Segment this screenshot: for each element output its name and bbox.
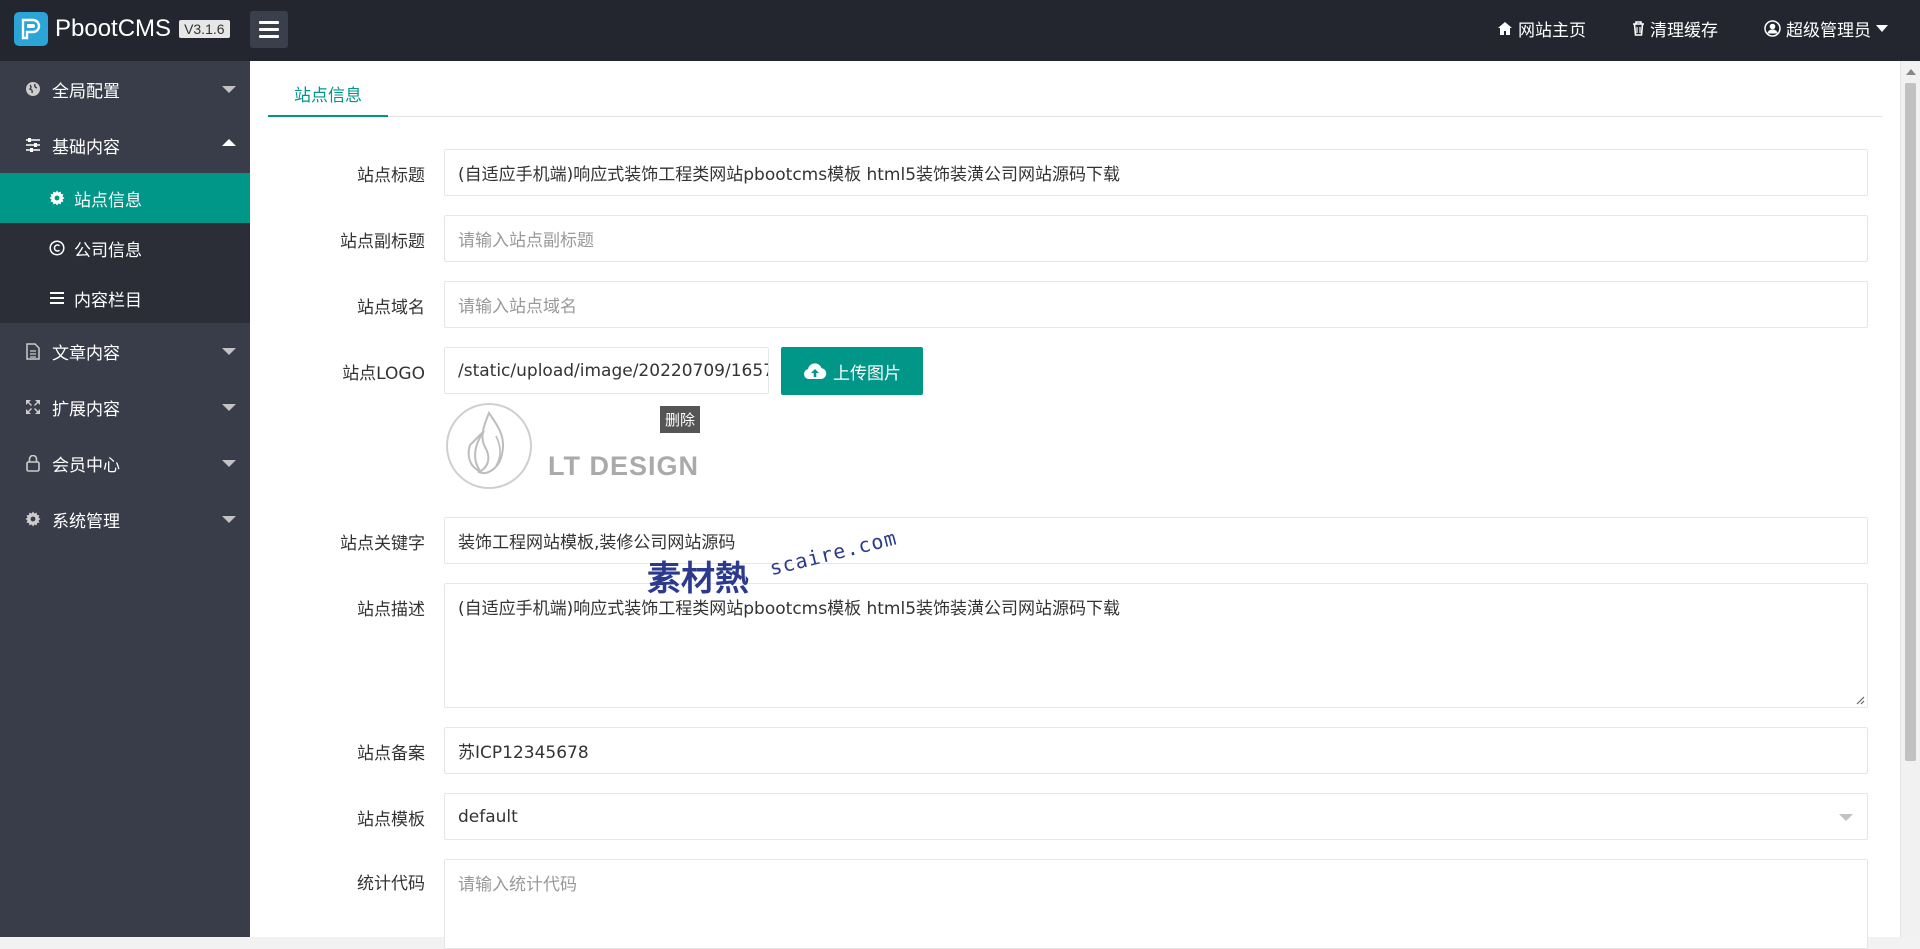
sidebar-item-site-info[interactable]: 站点信息: [0, 173, 250, 223]
site-template-select[interactable]: default: [444, 793, 1868, 840]
subtitle-label: 站点副标题: [340, 232, 425, 252]
expand-icon: [24, 398, 42, 416]
site-icp-input[interactable]: 苏ICP12345678: [444, 727, 1868, 774]
sidebar-subitem-label: 公司信息: [74, 240, 142, 261]
list-icon: [48, 289, 66, 307]
sidebar-item-global-config[interactable]: 全局配置: [0, 61, 250, 117]
hamburger-line: [259, 35, 279, 38]
site-home-link[interactable]: 网站主页: [1497, 16, 1586, 41]
icp-label: 站点备案: [357, 744, 425, 764]
statistics-label: 统计代码: [357, 874, 425, 894]
domain-label: 站点域名: [357, 298, 425, 318]
sidebar-item-member-center[interactable]: 会员中心: [0, 435, 250, 491]
sidebar-item-extended-content[interactable]: 扩展内容: [0, 379, 250, 435]
file-icon: [24, 342, 42, 360]
menu-toggle-button[interactable]: [250, 11, 288, 48]
cloud-upload-icon: [803, 363, 827, 379]
scrollbar-thumb[interactable]: [1905, 83, 1916, 761]
sidebar-item-basic-content[interactable]: 基础内容: [0, 117, 250, 173]
sidebar-item-label: 基础内容: [52, 137, 120, 158]
sidebar-item-company-info[interactable]: 公司信息: [0, 223, 250, 273]
sidebar-item-label: 系统管理: [52, 511, 120, 532]
template-selected-value: default: [458, 806, 518, 827]
sidebar-item-article-content[interactable]: 文章内容: [0, 323, 250, 379]
sidebar: 全局配置 基础内容 站点信息 公司信息 内容栏目 文章内容 扩展内容 会员中心 …: [0, 61, 250, 937]
user-menu[interactable]: 超级管理员: [1764, 16, 1888, 41]
clear-cache-label: 清理缓存: [1650, 21, 1718, 41]
hamburger-line: [259, 21, 279, 24]
sidebar-item-content-columns[interactable]: 内容栏目: [0, 273, 250, 323]
site-domain-input[interactable]: 请输入站点域名: [444, 281, 1868, 328]
clear-cache-link[interactable]: 清理缓存: [1632, 16, 1718, 41]
site-description-textarea[interactable]: (自适应手机端)响应式装饰工程类网站pbootcms模板 html5装饰装潢公司…: [444, 583, 1868, 708]
caret-down-icon: [222, 460, 236, 467]
lock-icon: [24, 454, 42, 472]
trash-icon: [1633, 21, 1644, 36]
globe-icon: [24, 80, 42, 98]
caret-down-icon: [222, 348, 236, 355]
logo-preview-text: LT DESIGN: [548, 451, 700, 481]
logo-preview-image: LT DESIGN: [444, 401, 704, 491]
description-text: (自适应手机端)响应式装饰工程类网站pbootcms模板 html5装饰装潢公司…: [458, 599, 1121, 619]
top-header: PbootCMS V3.1.6 网站主页 清理缓存 超级管理员: [0, 0, 1920, 61]
site-title-input[interactable]: (自适应手机端)响应式装饰工程类网站pbootcms模板 html5装饰装潢公司…: [444, 149, 1868, 196]
tab-site-info[interactable]: 站点信息: [268, 79, 388, 117]
flame-logo-icon: [446, 403, 532, 489]
app-logo[interactable]: PbootCMS V3.1.6: [14, 12, 230, 46]
site-subtitle-input[interactable]: 请输入站点副标题: [444, 215, 1868, 262]
app-name: PbootCMS: [55, 15, 172, 42]
scroll-up-arrow-icon[interactable]: [1906, 69, 1916, 75]
upload-image-button[interactable]: 上传图片: [781, 347, 923, 395]
home-icon: [1498, 22, 1512, 35]
site-home-label: 网站主页: [1518, 21, 1586, 41]
copyright-icon: [48, 239, 66, 257]
user-name: 超级管理员: [1786, 21, 1871, 41]
caret-down-icon: [222, 516, 236, 523]
site-logo-input[interactable]: /static/upload/image/20220709/1657352: [444, 347, 769, 394]
template-label: 站点模板: [357, 810, 425, 830]
header-links: 网站主页 清理缓存 超级管理员: [1497, 0, 1920, 57]
main-content: 站点信息 站点标题 (自适应手机端)响应式装饰工程类网站pbootcms模板 h…: [250, 61, 1900, 949]
site-keywords-input[interactable]: 装饰工程网站模板,装修公司网站源码: [444, 517, 1868, 564]
chevron-down-icon: [1876, 24, 1888, 32]
caret-down-icon: [222, 404, 236, 411]
version-badge: V3.1.6: [179, 20, 230, 38]
sidebar-item-label: 会员中心: [52, 455, 120, 476]
resize-handle-icon[interactable]: [1855, 695, 1865, 705]
caret-down-icon: [222, 86, 236, 93]
description-label: 站点描述: [357, 600, 425, 620]
pboot-logo-icon: [14, 12, 48, 46]
user-icon: [1764, 20, 1781, 37]
upload-button-label: 上传图片: [833, 363, 901, 384]
gear-icon: [48, 189, 66, 207]
submenu-basic-content: 站点信息 公司信息 内容栏目: [0, 173, 250, 323]
chevron-down-icon: [1839, 814, 1853, 821]
sidebar-item-label: 扩展内容: [52, 399, 120, 420]
gear-icon: [24, 510, 42, 528]
vertical-scrollbar[interactable]: [1900, 61, 1920, 937]
sliders-icon: [24, 136, 42, 154]
keywords-label: 站点关键字: [340, 534, 425, 554]
sidebar-subitem-label: 内容栏目: [74, 290, 142, 311]
sidebar-item-system-management[interactable]: 系统管理: [0, 491, 250, 547]
title-label: 站点标题: [357, 166, 425, 186]
sidebar-subitem-label: 站点信息: [74, 190, 142, 211]
logo-label: 站点LOGO: [342, 364, 425, 384]
caret-up-icon: [222, 139, 236, 146]
sidebar-item-label: 全局配置: [52, 81, 120, 102]
sidebar-item-label: 文章内容: [52, 343, 120, 364]
statistics-code-textarea[interactable]: 请输入统计代码: [444, 859, 1868, 949]
hamburger-line: [259, 28, 279, 31]
tab-bar: 站点信息: [268, 79, 1882, 117]
